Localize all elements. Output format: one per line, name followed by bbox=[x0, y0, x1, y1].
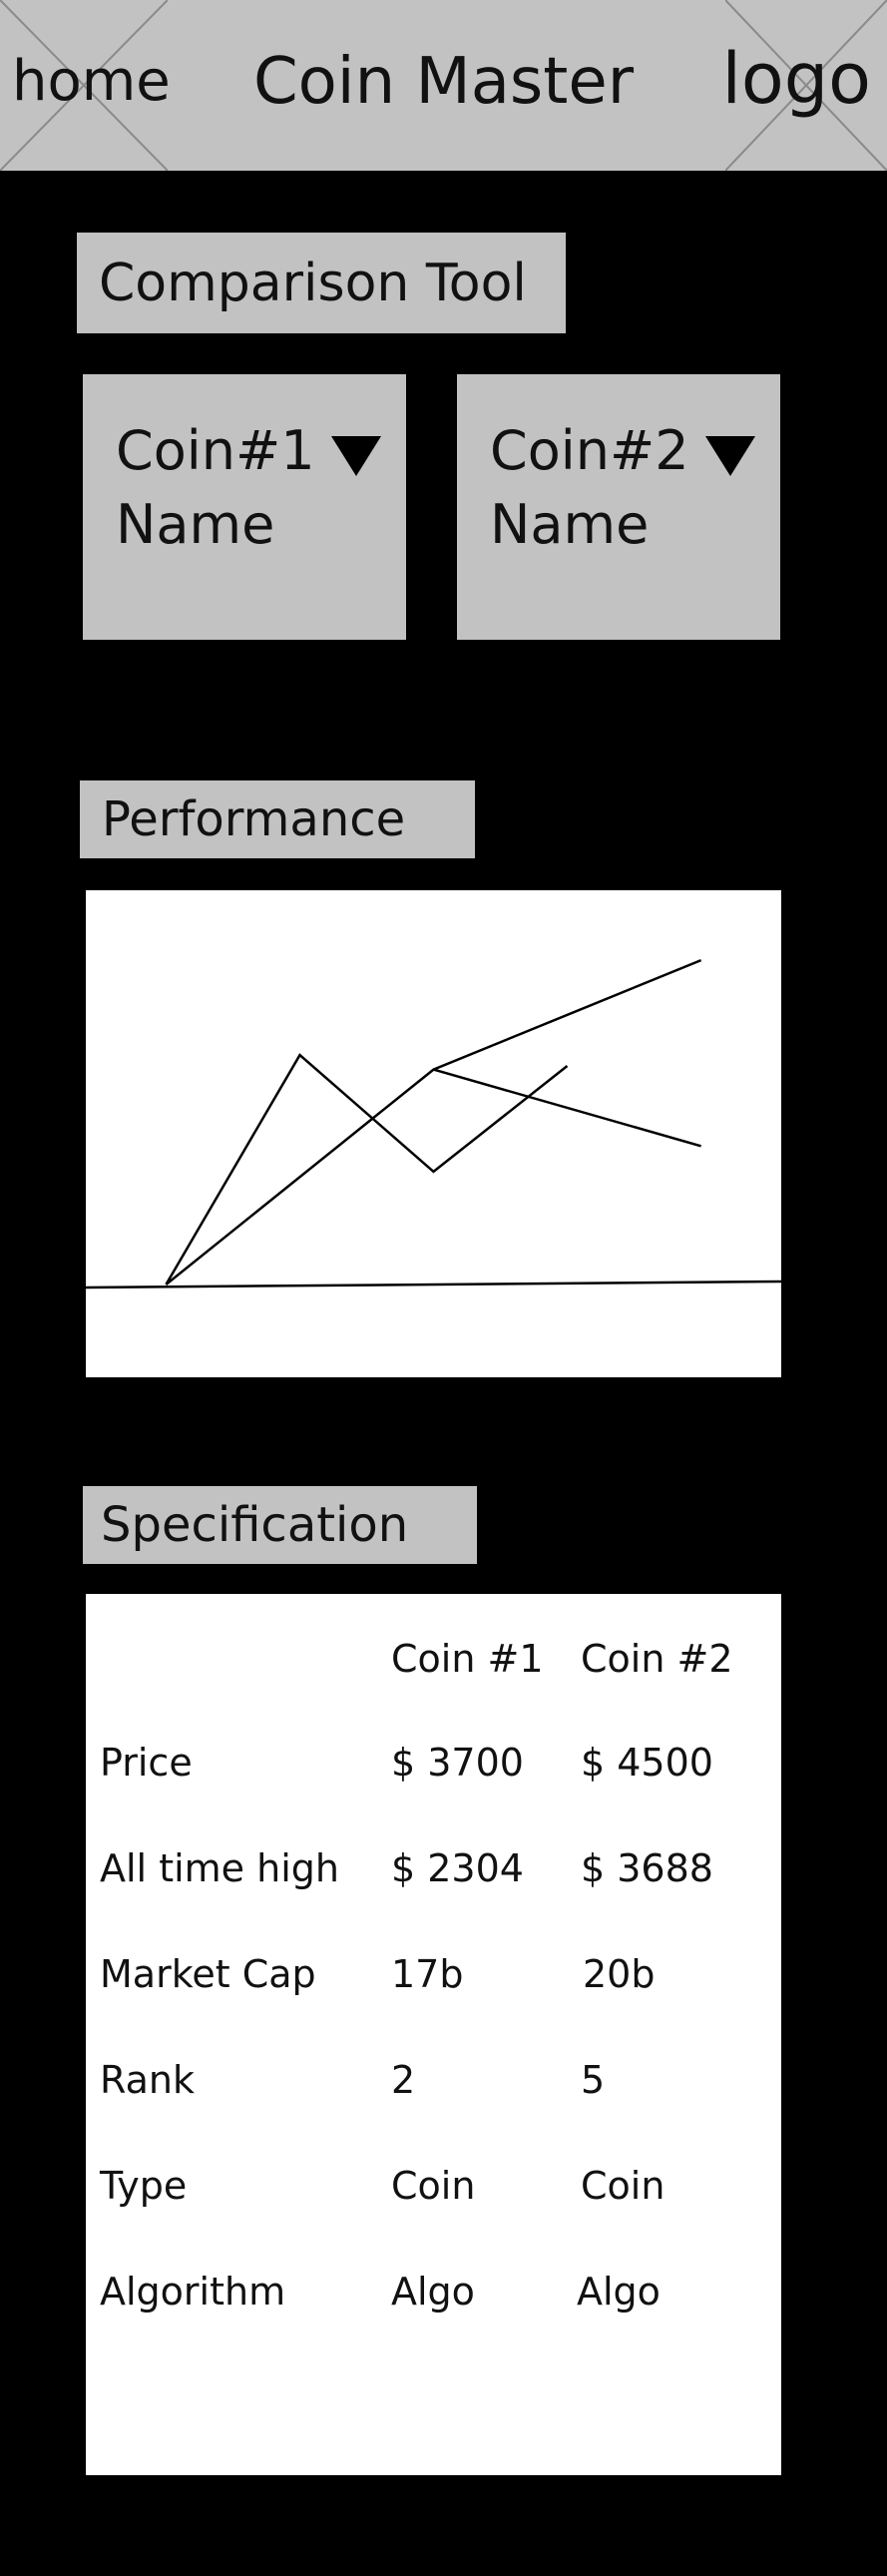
table-row: Type Coin Coin bbox=[86, 2161, 781, 2221]
row-label: Market Cap bbox=[100, 1952, 316, 1996]
coin2-value: $ 3688 bbox=[581, 1846, 713, 1890]
comparison-tool-heading: Comparison Tool bbox=[77, 233, 566, 333]
chart-x-axis bbox=[86, 1280, 781, 1289]
coin1-select[interactable]: Coin#1 Name bbox=[83, 374, 406, 640]
coin1-name: Coin#1 Name bbox=[116, 419, 315, 556]
specification-heading: Specification bbox=[83, 1486, 477, 1564]
row-label: Algorithm bbox=[100, 2270, 286, 2314]
coin2-name: Coin#2 Name bbox=[490, 419, 689, 556]
table-row: Market Cap 17b 20b bbox=[86, 1949, 781, 2009]
coin2-value: Coin bbox=[581, 2164, 665, 2208]
coin1-value: Coin bbox=[391, 2164, 476, 2208]
chevron-down-icon[interactable] bbox=[705, 436, 755, 476]
coin1-value: 17b bbox=[391, 1952, 464, 1996]
coin2-value: Algo bbox=[577, 2270, 661, 2314]
chart-series-line-3 bbox=[433, 1068, 701, 1148]
row-label: Price bbox=[100, 1741, 193, 1785]
coin1-value: 2 bbox=[391, 2058, 416, 2102]
coin2-value: $ 4500 bbox=[581, 1741, 713, 1785]
row-label: Type bbox=[100, 2164, 188, 2208]
table-row: Rank 2 5 bbox=[86, 2055, 781, 2115]
performance-chart-svg bbox=[86, 958, 781, 1289]
performance-chart bbox=[86, 890, 781, 1377]
coin1-value: $ 3700 bbox=[391, 1741, 524, 1785]
logo[interactable]: logo bbox=[721, 34, 871, 124]
specification-table: Coin #1 Coin #2 Price $ 3700 $ 4500 All … bbox=[86, 1594, 781, 2475]
column-header-coin2: Coin #2 bbox=[581, 1637, 733, 1681]
row-label: All time high bbox=[100, 1846, 339, 1890]
table-row: All time high $ 2304 $ 3688 bbox=[86, 1843, 781, 1903]
chevron-down-icon[interactable] bbox=[331, 436, 381, 476]
coin2-value: 5 bbox=[581, 2058, 606, 2102]
coin2-select[interactable]: Coin#2 Name bbox=[457, 374, 780, 640]
coin2-value: 20b bbox=[583, 1952, 656, 1996]
table-row: Algorithm Algo Algo bbox=[86, 2267, 781, 2326]
coin1-value: $ 2304 bbox=[391, 1846, 524, 1890]
app-header: home Coin Master logo bbox=[0, 0, 887, 171]
row-label: Rank bbox=[100, 2058, 195, 2102]
performance-heading: Performance bbox=[80, 780, 475, 858]
column-header-coin1: Coin #1 bbox=[391, 1637, 544, 1681]
coin1-value: Algo bbox=[391, 2270, 475, 2314]
table-row: Price $ 3700 $ 4500 bbox=[86, 1738, 781, 1798]
